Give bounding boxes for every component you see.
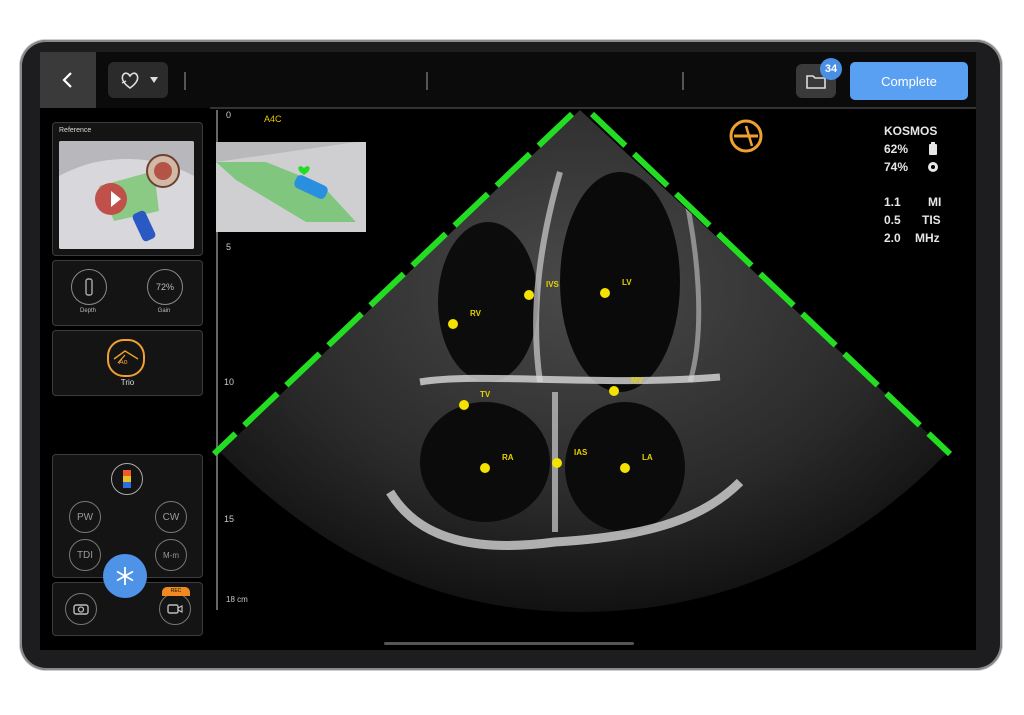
label-ivs: IVS xyxy=(546,280,559,289)
marker-lv[interactable] xyxy=(600,288,610,298)
label-ra: RA xyxy=(502,453,514,462)
app-screen: 34 Complete Reference Depth 72% Gain Ao … xyxy=(40,52,976,650)
mi-label: MI xyxy=(928,195,942,209)
marker-ivs[interactable] xyxy=(524,290,534,300)
mi-value: 1.1 xyxy=(884,195,901,209)
frequency-value: 2.0 xyxy=(884,231,901,245)
wireless-readout: 74% xyxy=(884,160,909,174)
label-lv: LV xyxy=(622,278,632,287)
marker-la[interactable] xyxy=(620,463,630,473)
marker-ra[interactable] xyxy=(480,463,490,473)
probe-position-inset xyxy=(216,142,366,232)
battery-icon xyxy=(929,142,937,155)
tis-label: TIS xyxy=(922,213,941,227)
label-ias: IAS xyxy=(574,448,588,457)
marker-mv[interactable] xyxy=(609,386,619,396)
home-indicator xyxy=(384,642,634,645)
marker-tv[interactable] xyxy=(459,400,469,410)
label-mv: MV xyxy=(631,376,643,385)
view-label: A4C xyxy=(264,114,282,124)
tis-value: 0.5 xyxy=(884,213,901,227)
label-la: LA xyxy=(642,453,653,462)
marker-rv[interactable] xyxy=(448,319,458,329)
battery-readout: 62% xyxy=(884,142,909,156)
brand-readout: KOSMOS xyxy=(884,124,938,138)
label-rv: RV xyxy=(470,309,481,318)
label-tv: TV xyxy=(480,390,491,399)
ultrasound-image[interactable] xyxy=(40,52,976,650)
kosmos-logo-icon xyxy=(729,119,763,153)
marker-ias[interactable] xyxy=(552,458,562,468)
frequency-label: MHz xyxy=(915,231,940,245)
wireless-signal-icon xyxy=(928,162,938,172)
